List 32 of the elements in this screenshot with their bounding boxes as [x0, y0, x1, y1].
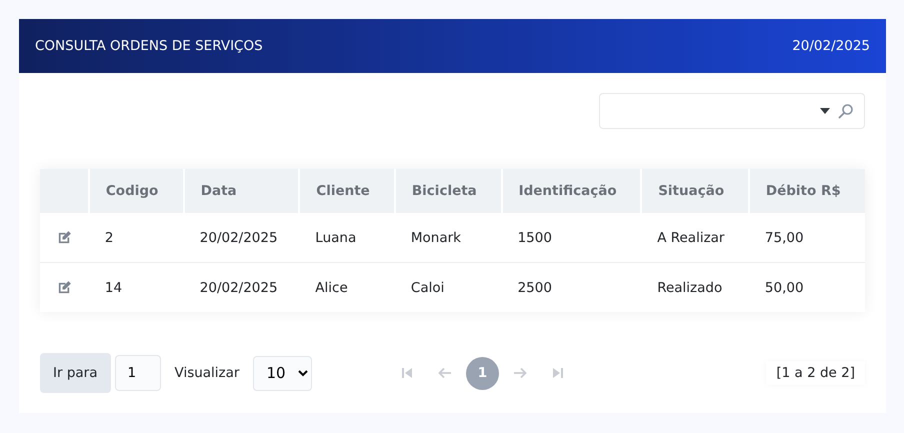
table-cell: 50,00 [748, 262, 865, 312]
search-field[interactable] [599, 93, 865, 129]
table-cell: 1500 [502, 213, 642, 262]
table-cell: Caloi [394, 262, 502, 312]
search-icon[interactable] [838, 103, 854, 119]
table-cell: A Realizar [641, 213, 749, 262]
table-cell: 20/02/2025 [184, 262, 300, 312]
column-header: Bicicleta [394, 169, 502, 213]
caret-icon[interactable] [820, 108, 830, 114]
column-header: Codigo [88, 169, 184, 213]
page-title: CONSULTA ORDENS DE SERVIÇOS [35, 38, 263, 54]
table-cell: Alice [299, 262, 395, 312]
column-header: Data [184, 169, 300, 213]
go-to-label: Ir para [40, 353, 110, 393]
table-cell: 14 [88, 262, 184, 312]
record-summary: [1 a 2 de 2] [766, 361, 865, 385]
table-cell: 2500 [502, 262, 642, 312]
table-cell: Luana [299, 213, 395, 262]
column-header: Identificação [502, 169, 642, 213]
header-date: 20/02/2025 [792, 38, 870, 54]
page-input[interactable]: 1 [114, 355, 160, 391]
page-size-select[interactable]: 10 [253, 356, 312, 390]
edit-icon[interactable] [56, 230, 72, 245]
table-cell: 20/02/2025 [184, 213, 300, 262]
table-cell: 2 [88, 213, 184, 262]
edit-icon[interactable] [56, 280, 72, 295]
table-cell: Realizado [641, 262, 749, 312]
column-header: Cliente [299, 169, 395, 213]
column-header: Situação [641, 169, 749, 213]
table-cell: 75,00 [748, 213, 865, 262]
column-header: Débito R$ [748, 169, 865, 213]
table-cell: Monark [394, 213, 502, 262]
